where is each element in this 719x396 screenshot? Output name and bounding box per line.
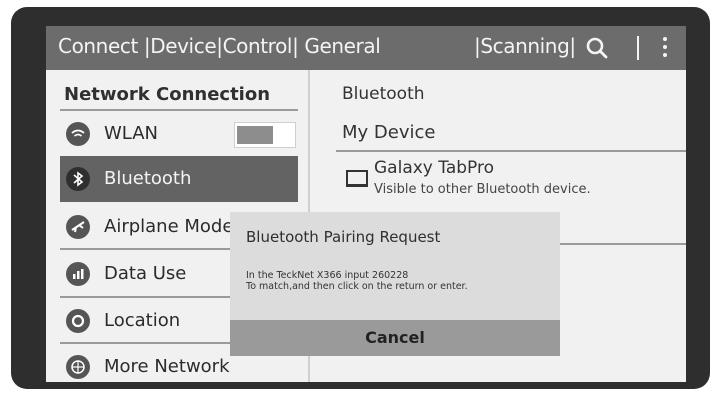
section-header: My Device (342, 122, 436, 143)
scanning-separator: | (569, 34, 576, 58)
location-icon (66, 309, 90, 333)
dialog-message: In the TeckNet X366 input 260228 To matc… (246, 270, 468, 292)
sidebar-item-label: More Network (104, 356, 230, 377)
more-vertical-icon[interactable] (662, 37, 668, 59)
sidebar-item-label: Location (104, 310, 181, 331)
device-name[interactable]: Galaxy TabPro (374, 158, 494, 178)
tab-general[interactable]: General (304, 34, 380, 58)
scanning-status[interactable]: |Scanning| (474, 34, 576, 58)
screen: Connect |Device|Control| General |Scanni… (46, 26, 686, 382)
scanning-label: Scanning (480, 34, 570, 58)
data-usage-icon (66, 262, 90, 286)
tab-device[interactable]: Device (150, 34, 216, 58)
tab-connect[interactable]: Connect (58, 34, 138, 58)
cancel-button[interactable]: Cancel (230, 320, 560, 356)
pairing-dialog: Bluetooth Pairing Request In the TeckNet… (230, 212, 560, 356)
tab-control[interactable]: Control (223, 34, 293, 58)
dialog-line-2: To match,and then click on the return or… (246, 281, 468, 292)
device-status: Visible to other Bluetooth device. (374, 182, 591, 197)
airplane-icon (66, 215, 90, 239)
wifi-icon (66, 122, 90, 146)
sidebar-item-bluetooth[interactable]: Bluetooth (60, 156, 298, 202)
more-network-icon (66, 355, 90, 379)
dialog-title: Bluetooth Pairing Request (246, 228, 441, 246)
sidebar-item-label: Bluetooth (104, 168, 192, 189)
sidebar-item-wlan[interactable]: WLAN (60, 111, 298, 157)
divider (336, 150, 686, 152)
sidebar-item-label: WLAN (104, 123, 159, 144)
sidebar-item-label: Airplane Mode (104, 216, 234, 237)
wlan-toggle[interactable] (234, 122, 296, 148)
bluetooth-icon (66, 167, 90, 191)
search-icon[interactable] (584, 35, 610, 61)
sidebar-item-label: Data Use (104, 263, 187, 284)
sidebar-section-title: Network Connection (64, 84, 271, 105)
laptop-icon (346, 170, 368, 187)
tab-bar: Connect |Device|Control| General (58, 34, 381, 58)
tab-separator: | (292, 34, 299, 58)
panel-title: Bluetooth (342, 84, 425, 104)
toolbar-divider (637, 36, 639, 60)
dialog-line-1: In the TeckNet X366 input 260228 (246, 270, 409, 281)
top-bar: Connect |Device|Control| General |Scanni… (46, 26, 686, 70)
toggle-knob (237, 126, 273, 144)
